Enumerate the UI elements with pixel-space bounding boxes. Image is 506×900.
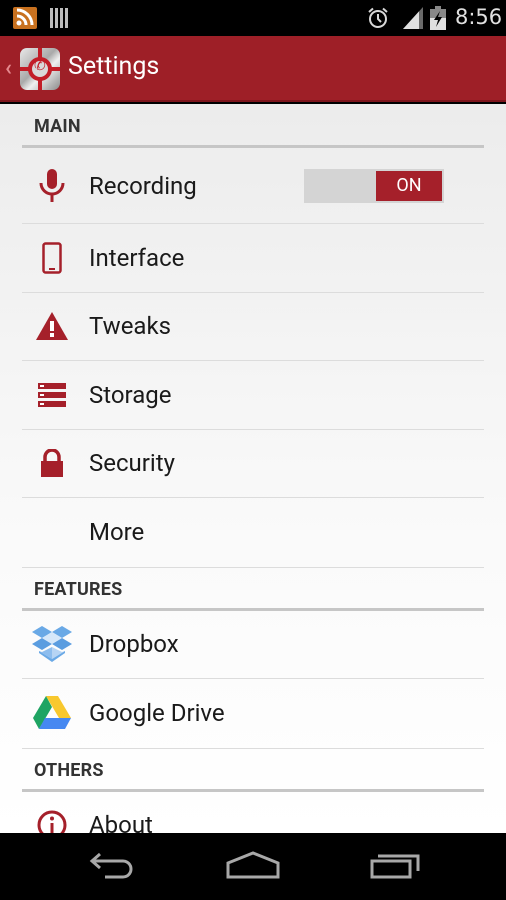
- settings-item-label: About: [89, 811, 153, 833]
- toggle-thumb: ON: [376, 170, 442, 201]
- settings-item-interface[interactable]: Interface: [22, 224, 484, 293]
- settings-item-storage[interactable]: Storage: [22, 361, 484, 430]
- info-icon: [32, 805, 72, 833]
- alarm-icon: [367, 7, 389, 29]
- navigation-bar: [0, 833, 506, 900]
- google-drive-icon: [32, 693, 72, 733]
- back-button[interactable]: [85, 851, 145, 883]
- dropbox-icon: [32, 624, 72, 664]
- settings-item-label: Recording: [89, 171, 197, 200]
- settings-item-label: Security: [89, 449, 175, 478]
- home-button[interactable]: [223, 851, 283, 883]
- settings-item-dropbox[interactable]: Dropbox: [22, 611, 484, 679]
- settings-item-label: More: [89, 518, 145, 547]
- rss-icon: [13, 7, 37, 29]
- home-icon: [226, 851, 280, 879]
- section-header-main: MAIN: [22, 104, 484, 148]
- settings-item-label: Google Drive: [89, 699, 225, 728]
- barcode-icon: [50, 8, 68, 28]
- storage-icon: [32, 375, 72, 415]
- recents-icon: [370, 854, 420, 879]
- back-icon: [89, 852, 133, 879]
- status-clock: 8:56: [455, 5, 503, 29]
- recents-button[interactable]: [368, 851, 428, 883]
- settings-item-recording[interactable]: Recording ON: [22, 148, 484, 224]
- settings-item-label: Dropbox: [89, 630, 179, 659]
- call-recorder-app-icon: [20, 48, 60, 90]
- section-header-features: FEATURES: [22, 566, 484, 611]
- settings-item-about[interactable]: About: [22, 792, 484, 833]
- settings-item-more[interactable]: More: [22, 498, 484, 567]
- chevron-left-icon: ‹: [5, 56, 12, 81]
- settings-item-label: Interface: [89, 243, 185, 272]
- settings-item-security[interactable]: Security: [22, 430, 484, 498]
- battery-charging-icon: [430, 6, 446, 30]
- settings-item-google-drive[interactable]: Google Drive: [22, 679, 484, 748]
- signal-icon: [403, 7, 423, 29]
- status-bar: 8:56: [0, 0, 506, 36]
- microphone-icon: [32, 166, 72, 206]
- settings-item-label: Storage: [89, 380, 172, 409]
- page-title: Settings: [68, 52, 160, 81]
- warning-icon: [32, 306, 72, 346]
- phone-device-icon: [32, 238, 72, 278]
- section-header-others: OTHERS: [22, 747, 484, 792]
- settings-item-label: Tweaks: [89, 312, 172, 341]
- settings-list[interactable]: MAIN Recording ON Interface Tweaks Stora…: [0, 104, 506, 833]
- settings-item-tweaks[interactable]: Tweaks: [22, 293, 484, 361]
- action-bar: ‹ Settings: [0, 36, 506, 102]
- lock-icon: [32, 443, 72, 483]
- recording-toggle[interactable]: ON: [304, 168, 444, 203]
